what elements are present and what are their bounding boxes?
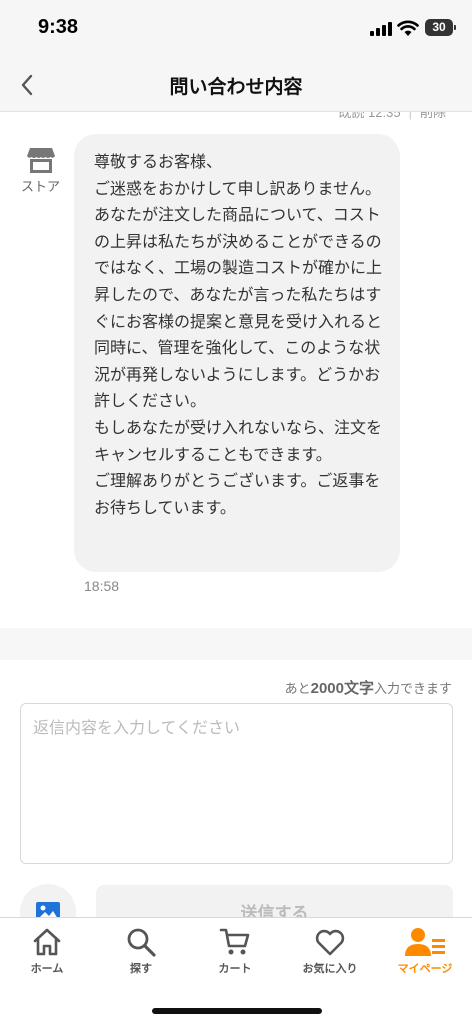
message-line: ご理解ありがとうございます。ご返事をお待ちしています。 (94, 471, 381, 517)
cart-icon (219, 928, 250, 955)
nav-header: 問い合わせ内容 (0, 58, 472, 112)
message-line: ご迷惑をおかけして申し訳ありません。 (94, 178, 382, 198)
message-line: もしあなたが受け入れないなら、注文をキャンセルすることもできます。 (94, 417, 383, 464)
tab-label: 探す (130, 962, 152, 975)
chat-area[interactable]: 既読 12:35 | 削除 ストア 尊敬するお客様、 ご迷惑をおかけして申し訳ありま… (0, 112, 472, 657)
search-icon (127, 928, 156, 957)
status-time: 9:38 (38, 16, 79, 38)
tab-label: マイページ (397, 962, 453, 975)
char-count: あと2000文字入力できます (285, 677, 452, 698)
home-indicator[interactable] (152, 1008, 322, 1014)
tab-home[interactable]: ホーム (0, 926, 94, 986)
status-bar: 9:38 30 (0, 0, 472, 58)
store-icon (27, 148, 55, 173)
message-bubble: 尊敬するお客様、 ご迷惑をおかけして申し訳ありません。 あなたが注文した商品につ… (74, 134, 400, 572)
char-count-suffix: 入力できます (373, 682, 452, 697)
tab-mypage[interactable]: マイページ (378, 926, 472, 986)
heart-icon (315, 929, 345, 956)
char-count-prefix: あと (284, 682, 311, 697)
reply-input[interactable] (20, 703, 453, 864)
message-time: 18:58 (84, 578, 120, 594)
message-line: あなたが注文した商品について、コストの上昇は私たちが決めることができるのではなく… (94, 205, 383, 411)
previous-message-meta: 既読 12:35 | 削除 (338, 112, 446, 121)
tab-favorites[interactable]: お気に入り (283, 926, 377, 986)
message-line: 尊敬するお客様、 (94, 152, 223, 171)
tab-label: カート (218, 962, 252, 975)
tab-label: ホーム (30, 962, 64, 975)
read-receipt: 既読 12:35 (338, 112, 401, 120)
tab-search[interactable]: 探す (94, 926, 188, 986)
reply-area: あと2000文字入力できます 送信する (0, 660, 472, 940)
divider (0, 628, 472, 660)
user-icon (405, 928, 445, 956)
sender-label: ストア (21, 180, 61, 195)
battery-icon: 30 (425, 19, 456, 36)
delete-link[interactable]: 削除 (420, 112, 446, 120)
wifi-icon (397, 20, 419, 36)
page-title: 問い合わせ内容 (169, 76, 303, 98)
home-icon (33, 928, 61, 956)
char-count-value: 2000文字 (310, 680, 374, 697)
tab-cart[interactable]: カート (188, 926, 282, 986)
cellular-signal-icon (370, 22, 392, 36)
tab-label: お気に入り (302, 962, 358, 975)
